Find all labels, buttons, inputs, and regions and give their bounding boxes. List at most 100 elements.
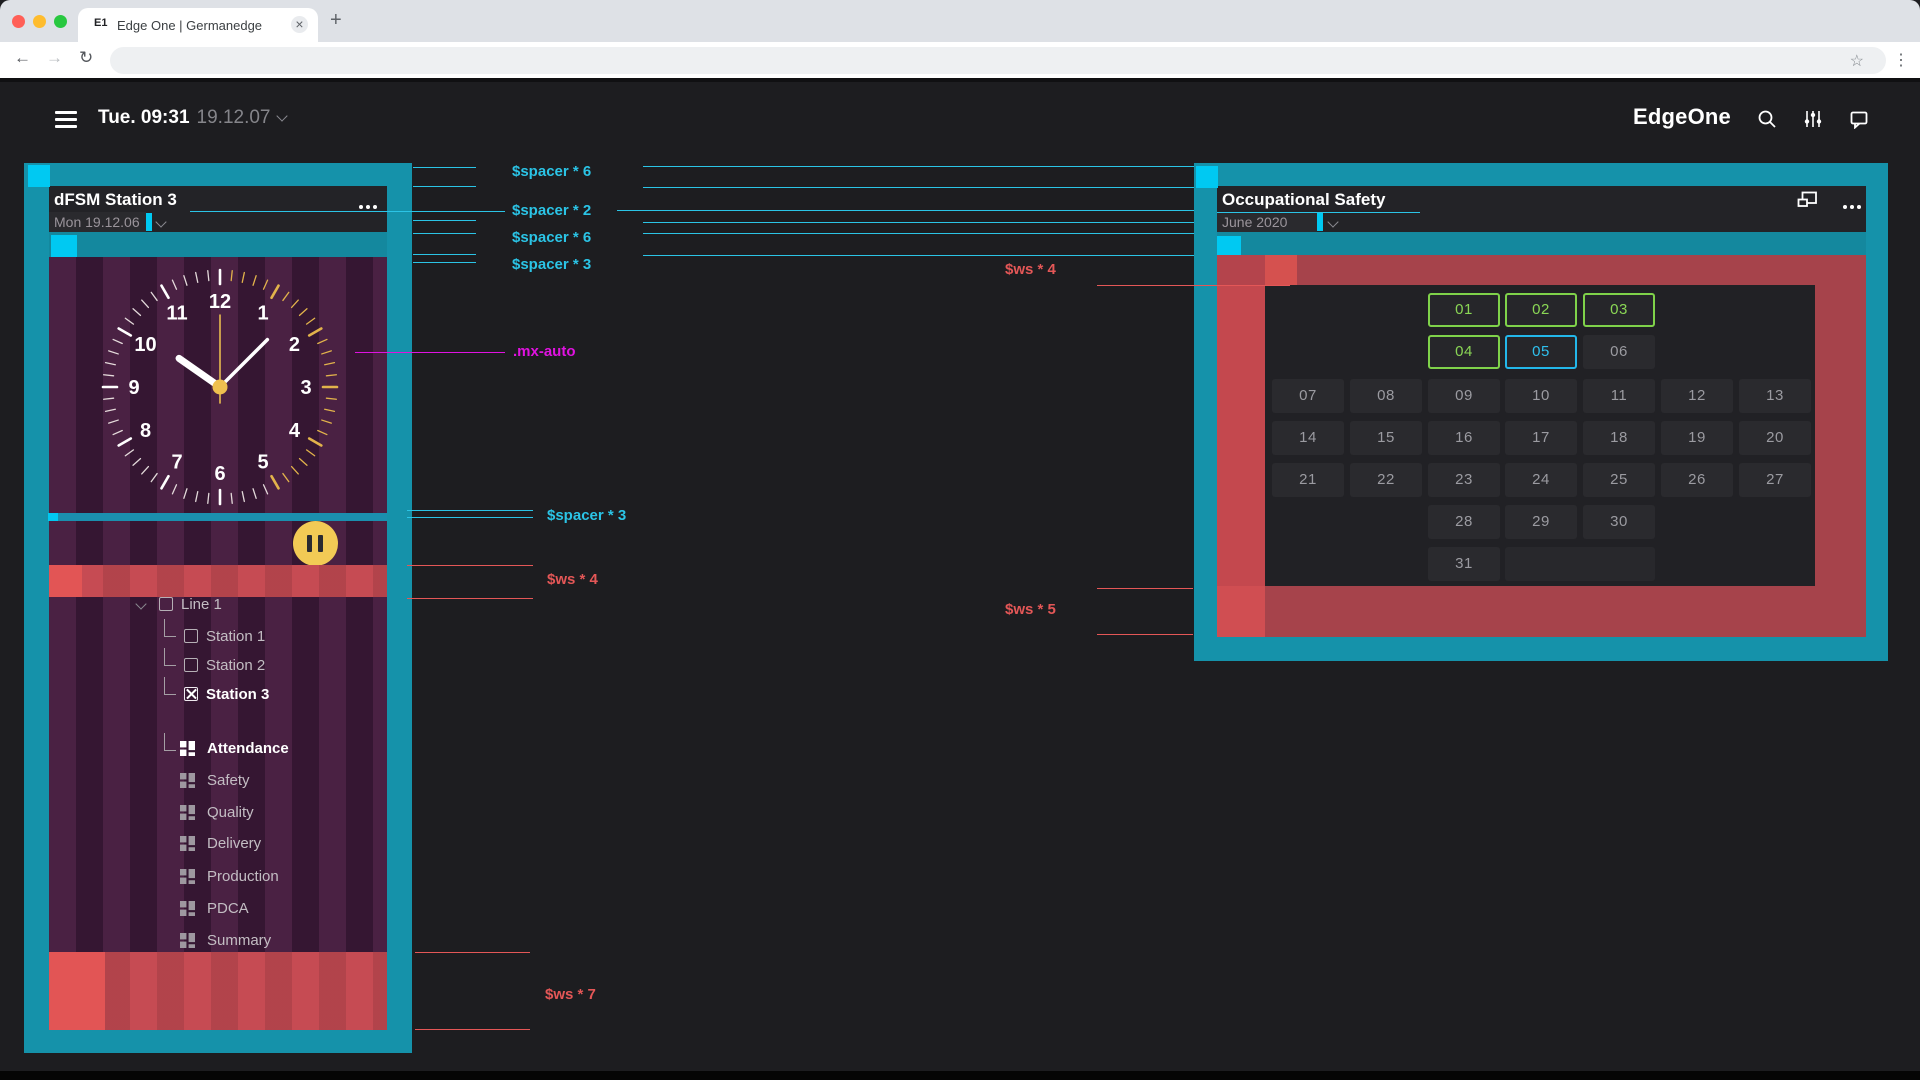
calendar-day[interactable]: 06	[1583, 335, 1655, 369]
calendar-day[interactable]: 04	[1428, 335, 1500, 369]
calendar-day[interactable]: 01	[1428, 293, 1500, 327]
svg-text:11: 11	[166, 303, 187, 325]
calendar-day[interactable]: 28	[1428, 505, 1500, 539]
menu-icon[interactable]	[55, 111, 77, 128]
calendar-day[interactable]: 05	[1505, 335, 1577, 369]
left-panel-handle[interactable]	[28, 165, 50, 187]
pause-button[interactable]	[293, 521, 338, 566]
calendar-day[interactable]: 26	[1661, 463, 1733, 497]
checkbox-icon[interactable]	[184, 658, 198, 672]
svg-text:7: 7	[171, 451, 182, 473]
calendar-day[interactable]: 24	[1505, 463, 1577, 497]
tree-item[interactable]: Station 2	[206, 657, 265, 675]
dashboard-item[interactable]: Quality	[207, 804, 254, 822]
popout-icon[interactable]	[1797, 191, 1818, 209]
calendar-day[interactable]: 11	[1583, 379, 1655, 413]
calendar-day[interactable]: 25	[1583, 463, 1655, 497]
annotation-line	[413, 167, 476, 168]
right-panel-menu-icon[interactable]	[1840, 196, 1861, 214]
browser-menu-icon[interactable]: ⋮	[1893, 50, 1909, 70]
calendar-day[interactable]: 07	[1272, 379, 1344, 413]
traffic-zoom-button[interactable]	[54, 15, 67, 28]
checkbox-icon[interactable]	[184, 629, 198, 643]
right-panel-handle[interactable]	[1196, 166, 1218, 188]
calendar-day[interactable]: 22	[1350, 463, 1422, 497]
dashboard-item[interactable]: Attendance	[207, 740, 289, 758]
header-date: 19.12.07	[197, 107, 271, 129]
dashboard-item[interactable]: Delivery	[207, 835, 261, 853]
forward-icon[interactable]: →	[46, 48, 63, 68]
calendar-day[interactable]: 27	[1739, 463, 1811, 497]
calendar-ws-bottom-cap	[1217, 586, 1265, 637]
dashboard-grid-icon	[180, 869, 195, 884]
annotation-line	[407, 510, 533, 511]
address-bar[interactable]: ☆	[110, 47, 1886, 74]
calendar-day[interactable]: 10	[1505, 379, 1577, 413]
annotation-line	[643, 187, 1194, 188]
calendar-day[interactable]: 23	[1428, 463, 1500, 497]
svg-text:2: 2	[289, 334, 300, 356]
dashboard-grid-icon	[180, 933, 195, 948]
annotation-line	[643, 222, 1194, 223]
checkbox-icon[interactable]	[159, 597, 173, 611]
calendar: 010203 040506 07080910111213 14151617181920…	[1265, 285, 1815, 586]
calendar-day[interactable]: 20	[1739, 421, 1811, 455]
tree-item[interactable]: Station 1	[206, 628, 265, 646]
calendar-day[interactable]: 02	[1505, 293, 1577, 327]
right-band-handle[interactable]	[1217, 236, 1241, 255]
calendar-day[interactable]: 15	[1350, 421, 1422, 455]
calendar-day[interactable]: 31	[1428, 547, 1500, 581]
calendar-day[interactable]: 18	[1583, 421, 1655, 455]
calendar-day[interactable]: 14	[1272, 421, 1344, 455]
reload-icon[interactable]: ↻	[79, 48, 93, 68]
left-red-bottom-cap	[49, 952, 105, 1030]
left-panel-subtitle-box[interactable]: Mon 19.12.06	[49, 212, 146, 232]
calendar-day[interactable]: 17	[1505, 421, 1577, 455]
traffic-close-button[interactable]	[12, 15, 25, 28]
calendar-day[interactable]: 30	[1583, 505, 1655, 539]
back-icon[interactable]: ←	[14, 48, 31, 68]
window-bottom-edge	[0, 1071, 1920, 1080]
svg-text:8: 8	[140, 420, 151, 442]
dashboard-item[interactable]: Production	[207, 868, 279, 886]
dashboard-item[interactable]: PDCA	[207, 900, 249, 918]
spacer-annotation: $spacer * 6	[512, 229, 591, 246]
filters-icon[interactable]	[1803, 109, 1823, 129]
calendar-day[interactable]: 16	[1428, 421, 1500, 455]
annotation-line	[415, 1029, 530, 1030]
tree-item[interactable]: Station 3	[206, 686, 269, 704]
star-icon[interactable]: ☆	[1850, 51, 1864, 71]
right-panel-subtitle-box[interactable]: June 2020	[1217, 212, 1317, 232]
messages-icon[interactable]	[1849, 110, 1869, 129]
calendar-day[interactable]: 13	[1739, 379, 1811, 413]
tree-item[interactable]: Line 1	[181, 596, 222, 614]
calendar-day[interactable]: 08	[1350, 379, 1422, 413]
left-band-handle[interactable]	[51, 235, 77, 257]
date-selector[interactable]: Tue. 09:31 19.12.07	[98, 106, 286, 130]
svg-text:6: 6	[214, 463, 225, 485]
annotation-line	[1097, 285, 1290, 286]
calendar-day[interactable]: 21	[1272, 463, 1344, 497]
annotation-line	[413, 254, 476, 255]
calendar-day[interactable]: 03	[1583, 293, 1655, 327]
browser-tab[interactable]: E1 Edge One | Germanedge ×	[78, 8, 318, 42]
right-panel-title: Occupational Safety	[1222, 190, 1385, 210]
calendar-day[interactable]: 09	[1428, 379, 1500, 413]
calendar-day[interactable]: 19	[1661, 421, 1733, 455]
search-icon[interactable]	[1757, 109, 1777, 129]
dashboard-item[interactable]: Summary	[207, 932, 271, 950]
annotation-line	[413, 262, 476, 263]
checkbox-checked-icon[interactable]	[184, 687, 198, 701]
tab-close-icon[interactable]: ×	[291, 16, 308, 33]
dashboard-item[interactable]: Safety	[207, 772, 250, 790]
spacer-annotation: $spacer * 2	[512, 202, 591, 219]
browser-navbar: ← → ↻ ☆ ⋮	[0, 42, 1920, 78]
calendar-day[interactable]: 29	[1505, 505, 1577, 539]
annotation-line	[413, 220, 476, 221]
traffic-minimize-button[interactable]	[33, 15, 46, 28]
calendar-day[interactable]: 12	[1661, 379, 1733, 413]
right-panel-subtitle: June 2020	[1222, 214, 1287, 230]
annotation-line	[643, 233, 1194, 234]
new-tab-button[interactable]: +	[330, 9, 342, 32]
mx-auto-annotation: .mx-auto	[513, 343, 576, 360]
